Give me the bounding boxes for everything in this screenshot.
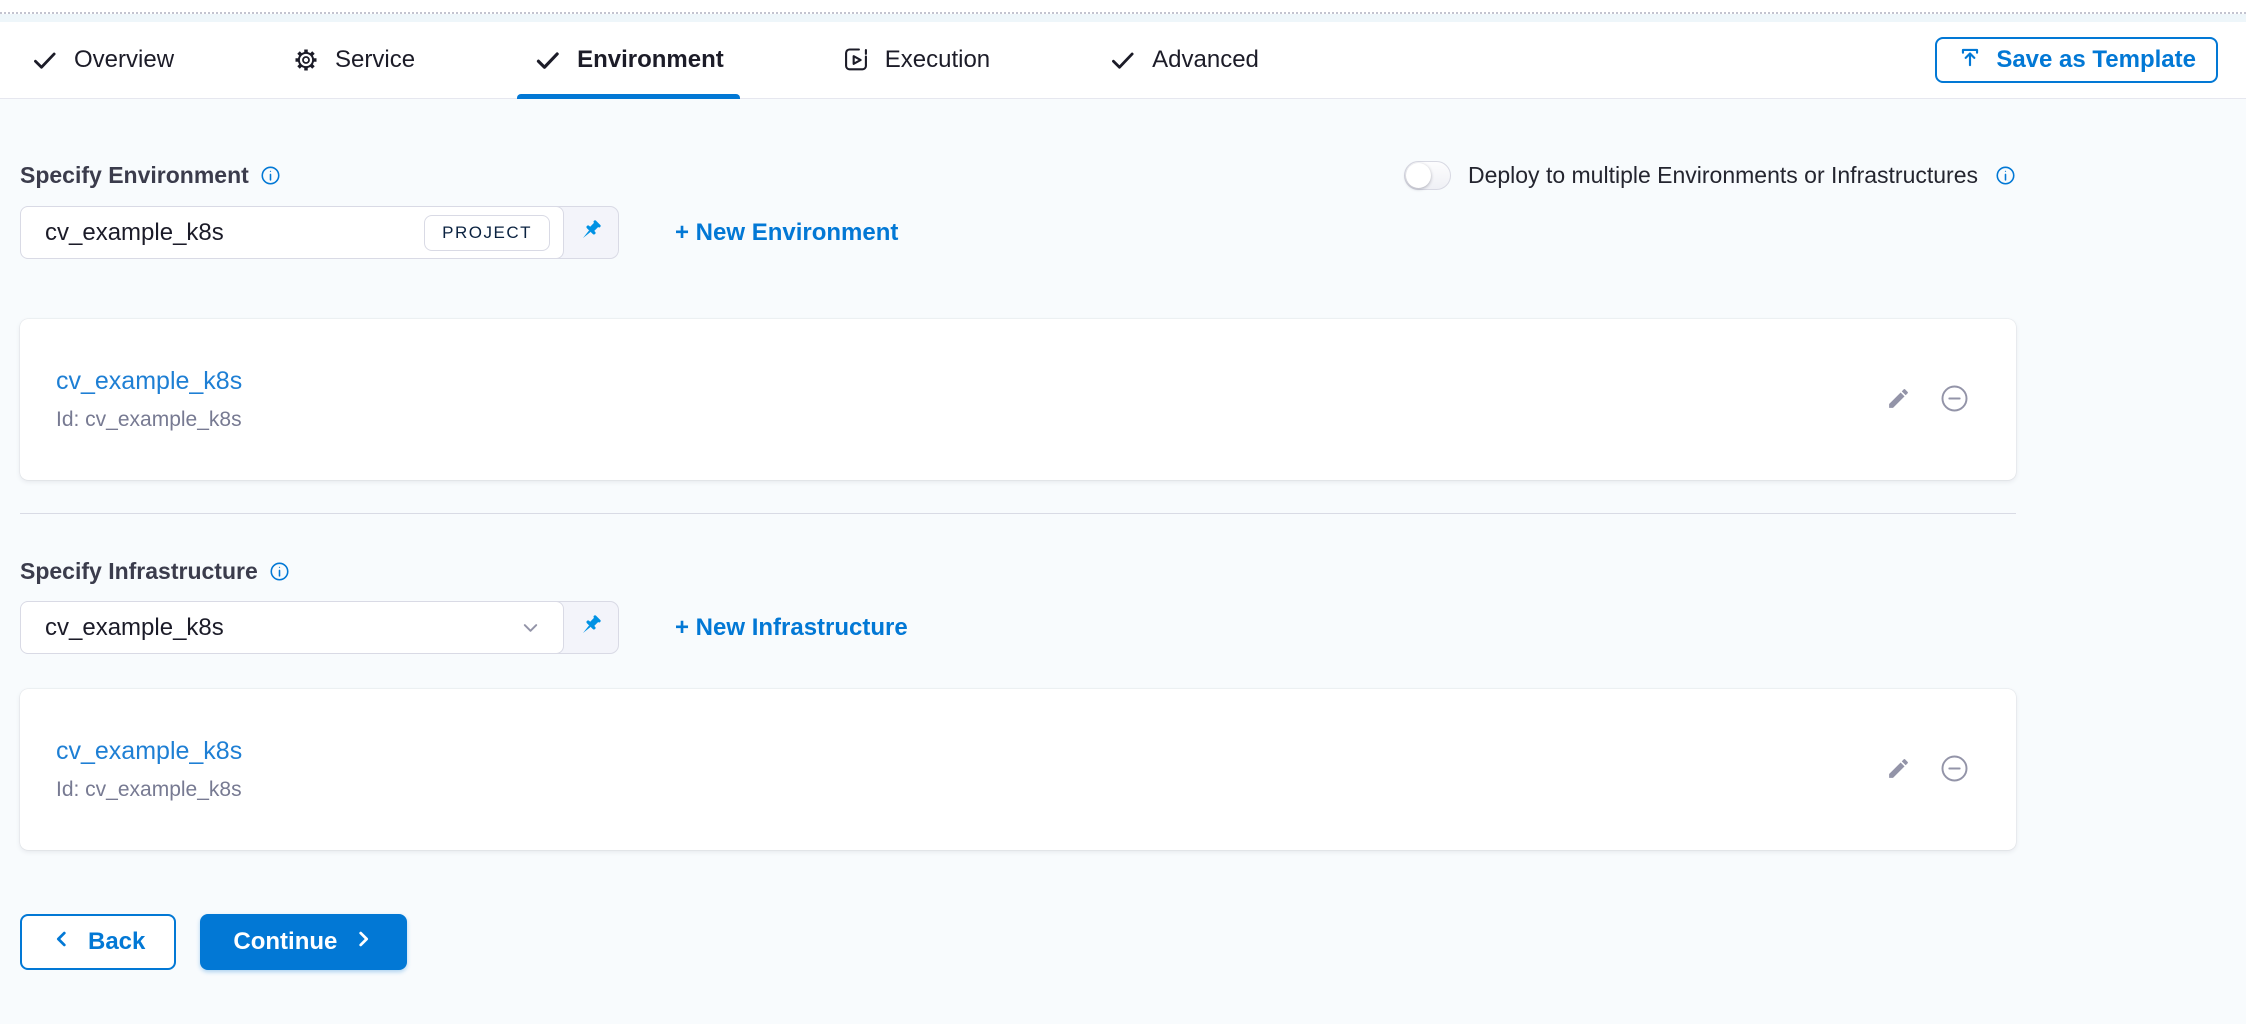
tab-label: Execution	[885, 46, 990, 74]
specify-environment-label: Specify Environment	[20, 162, 281, 189]
environment-card-name-link[interactable]: cv_example_k8s	[56, 367, 242, 396]
environment-input-value: cv_example_k8s	[45, 219, 412, 247]
info-icon[interactable]	[1995, 165, 2016, 186]
panel-resize-divider[interactable]	[0, 0, 2246, 14]
continue-label: Continue	[233, 928, 337, 956]
info-icon[interactable]	[269, 561, 290, 582]
stage-tab-bar: Overview Service Environment	[0, 22, 2246, 99]
infrastructure-select-group: cv_example_k8s	[20, 601, 619, 654]
chevron-down-icon[interactable]	[519, 616, 550, 639]
pin-icon	[577, 612, 604, 644]
infrastructure-card: cv_example_k8s Id: cv_example_k8s	[20, 689, 2016, 850]
environment-card-id: Id: cv_example_k8s	[56, 408, 1886, 432]
tab-advanced[interactable]: Advanced	[1108, 22, 1259, 98]
tab-label: Overview	[74, 46, 174, 74]
infrastructure-select[interactable]: cv_example_k8s	[20, 601, 564, 654]
remove-environment-button[interactable]	[1939, 383, 1970, 417]
gear-icon	[292, 46, 320, 74]
save-as-template-label: Save as Template	[1996, 46, 2196, 74]
section-divider	[20, 513, 2016, 514]
chevron-right-icon	[352, 928, 374, 957]
back-label: Back	[88, 928, 145, 956]
check-icon	[1108, 46, 1137, 75]
environment-card: cv_example_k8s Id: cv_example_k8s	[20, 319, 2016, 480]
scope-badge: PROJECT	[424, 215, 550, 251]
specify-infrastructure-label: Specify Infrastructure	[20, 558, 290, 585]
info-icon[interactable]	[260, 165, 281, 186]
back-button[interactable]: Back	[20, 914, 176, 970]
pin-icon	[577, 217, 604, 249]
environment-name-input[interactable]: cv_example_k8s PROJECT	[20, 206, 564, 259]
environment-input-group: cv_example_k8s PROJECT	[20, 206, 619, 259]
tab-label: Advanced	[1152, 46, 1259, 74]
remove-infrastructure-button[interactable]	[1939, 753, 1970, 787]
infrastructure-card-name-link[interactable]: cv_example_k8s	[56, 737, 242, 766]
pencil-icon	[1886, 386, 1911, 414]
pin-environment-button[interactable]	[563, 207, 618, 258]
tab-label: Environment	[577, 46, 724, 74]
edit-infrastructure-button[interactable]	[1886, 756, 1911, 784]
upload-icon	[1957, 44, 1983, 77]
tab-label: Service	[335, 46, 415, 74]
tab-execution[interactable]: Execution	[842, 22, 990, 98]
toggle-knob	[1406, 163, 1431, 188]
chevron-left-icon	[51, 928, 73, 957]
environment-stage-panel: Specify Environment Deploy to multiple E…	[0, 99, 2246, 1024]
top-sub-strip	[0, 14, 2246, 22]
pin-infrastructure-button[interactable]	[563, 602, 618, 653]
multi-environment-toggle[interactable]	[1404, 161, 1451, 190]
minus-circle-icon	[1939, 383, 1970, 417]
tab-overview[interactable]: Overview	[30, 22, 174, 98]
tab-environment[interactable]: Environment	[533, 22, 724, 98]
check-icon	[30, 46, 59, 75]
play-square-icon	[842, 46, 870, 74]
continue-button[interactable]: Continue	[200, 914, 407, 970]
check-icon	[533, 46, 562, 75]
edit-environment-button[interactable]	[1886, 386, 1911, 414]
infrastructure-select-value: cv_example_k8s	[45, 614, 507, 642]
minus-circle-icon	[1939, 753, 1970, 787]
new-environment-link[interactable]: + New Environment	[675, 219, 898, 247]
infrastructure-card-id: Id: cv_example_k8s	[56, 778, 1886, 802]
tab-service[interactable]: Service	[292, 22, 415, 98]
new-infrastructure-link[interactable]: + New Infrastructure	[675, 614, 908, 642]
pencil-icon	[1886, 756, 1911, 784]
save-as-template-button[interactable]: Save as Template	[1935, 37, 2218, 83]
multi-environment-toggle-label: Deploy to multiple Environments or Infra…	[1468, 162, 1978, 189]
